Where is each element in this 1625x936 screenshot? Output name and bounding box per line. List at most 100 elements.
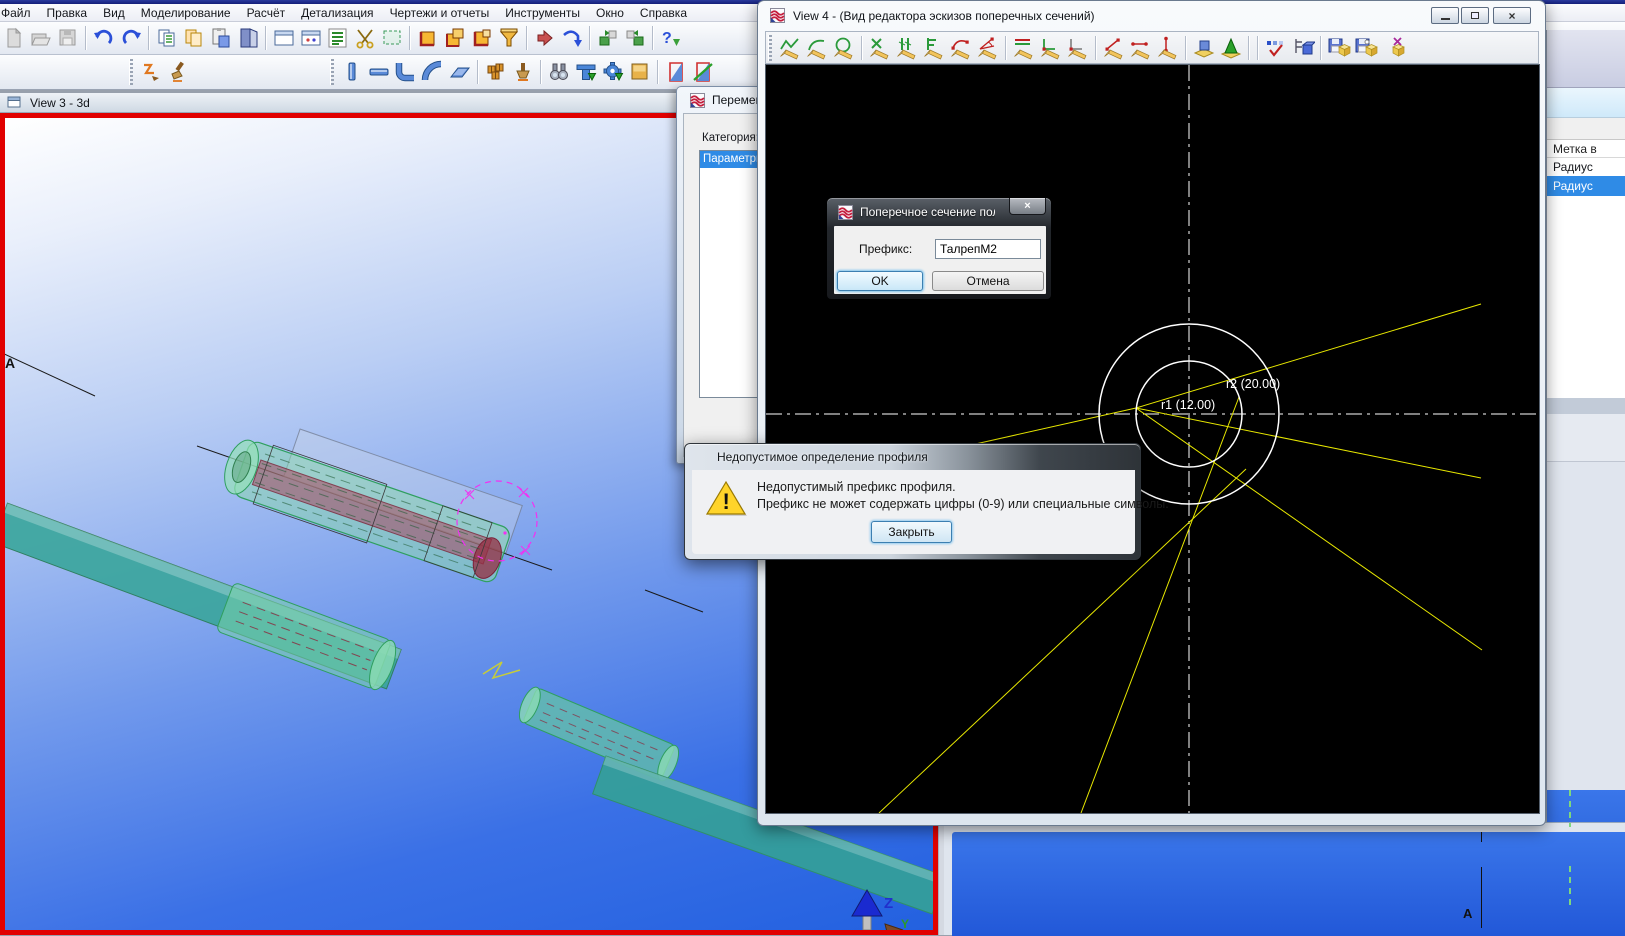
view4-titlebar[interactable]: View 4 - (Вид редактора эскизов поперечн… (758, 1, 1545, 30)
weld-brush-icon[interactable] (164, 58, 191, 86)
cut-icon[interactable] (351, 24, 378, 52)
new-file-icon[interactable] (0, 24, 27, 52)
section-line-a (5, 352, 95, 396)
undo-icon[interactable] (90, 24, 117, 52)
background-view-window: A (940, 822, 1625, 935)
menu-edit[interactable]: Правка (39, 6, 96, 20)
restore-button[interactable] (1461, 7, 1489, 24)
section-line-tick (1481, 832, 1482, 842)
weld-down-icon[interactable] (509, 58, 536, 86)
angle-dimension-icon[interactable] (974, 34, 1001, 62)
table-view-icon[interactable] (572, 58, 599, 86)
menu-tools[interactable]: Инструменты (497, 6, 588, 20)
table-row[interactable]: Радиус (1547, 158, 1625, 176)
save-as-profile-icon[interactable] (1352, 34, 1379, 62)
fill-opening-icon[interactable] (468, 24, 495, 52)
beam-icon[interactable] (365, 58, 392, 86)
close-error-button[interactable]: Закрыть (871, 521, 952, 543)
ok-button[interactable]: OK (837, 271, 923, 291)
menu-calculation[interactable]: Расчёт (239, 6, 294, 20)
arc-dimension-icon[interactable] (947, 34, 974, 62)
step-forward-icon[interactable] (531, 24, 558, 52)
menu-view[interactable]: Вид (95, 6, 133, 20)
bolts-icon[interactable] (482, 58, 509, 86)
paste-icon[interactable] (207, 24, 234, 52)
duplicate-icon[interactable] (180, 24, 207, 52)
menu-modeling[interactable]: Моделирование (133, 6, 239, 20)
find-icon[interactable] (545, 58, 572, 86)
sketch-circle-icon[interactable] (830, 34, 857, 62)
error-message-line1: Недопустимый префикс профиля. (757, 480, 956, 494)
profile-icon[interactable] (662, 58, 689, 86)
insert-block-icon[interactable] (594, 24, 621, 52)
verify-sketch-icon[interactable] (1262, 34, 1289, 62)
sketch-arc-icon[interactable] (803, 34, 830, 62)
import-door-icon[interactable] (234, 24, 261, 52)
table-row-selected[interactable]: Радиус (1547, 176, 1625, 196)
horizontal-dimension-icon[interactable] (1127, 34, 1154, 62)
minimize-button[interactable] (1431, 7, 1459, 24)
svg-text:?: ? (662, 30, 672, 47)
close-icon: × (1024, 200, 1030, 212)
menu-detailing[interactable]: Детализация (293, 6, 381, 20)
error-dialog-title: Недопустимое определение профиля (717, 450, 928, 464)
cone-item-icon[interactable] (1217, 34, 1244, 62)
parallel-dimension-icon[interactable] (1010, 34, 1037, 62)
plate-icon[interactable] (446, 58, 473, 86)
arc-beam-icon[interactable] (419, 58, 446, 86)
cancel-button[interactable]: Отмена (932, 271, 1044, 291)
corner-grey-icon[interactable] (1064, 34, 1091, 62)
parallel-constraint-icon[interactable] (893, 34, 920, 62)
sketch-polyline-icon[interactable] (776, 34, 803, 62)
window-icon[interactable] (270, 24, 297, 52)
vertical-dimension-icon[interactable] (1154, 34, 1181, 62)
remove-block-icon[interactable] (621, 24, 648, 52)
close-button[interactable]: × (1493, 7, 1531, 24)
corner-dimension-icon[interactable] (1037, 34, 1064, 62)
menu-file[interactable]: Файл (0, 6, 39, 20)
open-file-icon[interactable] (27, 24, 54, 52)
background-3d-view[interactable]: A (952, 832, 1625, 936)
warning-icon: ! (705, 479, 749, 519)
coincident-constraint-icon[interactable] (920, 34, 947, 62)
column-icon[interactable] (338, 58, 365, 86)
line-dimension-icon[interactable] (1100, 34, 1127, 62)
category-label: Категория: (702, 132, 759, 144)
menu-window[interactable]: Окно (588, 6, 632, 20)
sleeve-part[interactable] (515, 684, 683, 783)
error-message-line2: Префикс не может содержать цифры (0-9) и… (757, 497, 1169, 511)
save-icon[interactable] (54, 24, 81, 52)
list-icon[interactable] (324, 24, 351, 52)
weld-seam-icon[interactable] (137, 58, 164, 86)
fill-edge-icon[interactable] (414, 24, 441, 52)
turnbuckle-body[interactable] (217, 410, 522, 587)
section-line (1481, 867, 1482, 928)
app-logo-icon (838, 205, 853, 220)
fill-window-icon[interactable] (441, 24, 468, 52)
settings-gear-icon[interactable] (599, 58, 626, 86)
dialog-close-button[interactable]: × (1009, 198, 1046, 215)
copy-icon[interactable] (153, 24, 180, 52)
context-help-icon[interactable]: ? (657, 24, 684, 52)
outer-radius-label: r2 (20.00) (1226, 377, 1280, 391)
material-icon[interactable] (626, 58, 653, 86)
funnel-icon[interactable] (495, 24, 522, 52)
window-props-icon[interactable] (297, 24, 324, 52)
error-dialog-titlebar[interactable]: Недопустимое определение профиля (685, 444, 1142, 470)
delete-profile-icon[interactable] (1379, 34, 1406, 62)
orbit-arrow-icon[interactable] (558, 24, 585, 52)
select-region-icon[interactable] (378, 24, 405, 52)
profile-cut-icon[interactable] (689, 58, 716, 86)
column-header[interactable]: Метка в (1547, 140, 1625, 158)
save-profile-icon[interactable] (1325, 34, 1352, 62)
tree-box-icon[interactable] (1289, 34, 1316, 62)
view3-title: View 3 - 3d (30, 96, 90, 110)
corner-beam-icon[interactable] (392, 58, 419, 86)
plane-item-icon[interactable] (1190, 34, 1217, 62)
prefix-input[interactable] (935, 239, 1041, 259)
sketch-canvas[interactable]: r2 (20.00) r1 (12.00) (766, 65, 1539, 813)
menu-drawings-reports[interactable]: Чертежи и отчеты (382, 6, 498, 20)
menu-help[interactable]: Справка (632, 6, 695, 20)
redo-icon[interactable] (117, 24, 144, 52)
delete-point-icon[interactable] (866, 34, 893, 62)
